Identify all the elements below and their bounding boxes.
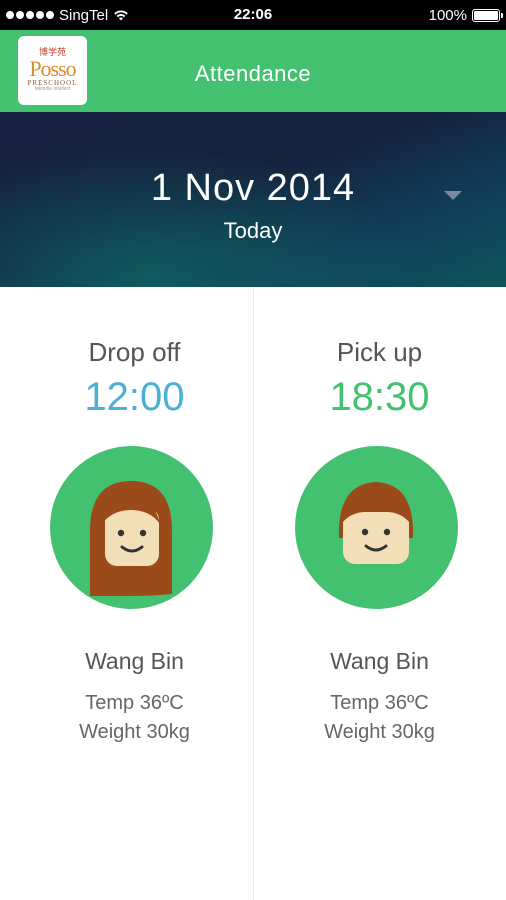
drop-off-time: 12:00 [84, 375, 185, 419]
battery-icon [472, 8, 503, 22]
drop-off-weight: Weight 30kg [79, 721, 190, 743]
attendance-content: Drop off 12:00 Wang Bin Temp 36ºC Weight… [0, 287, 506, 900]
status-bar: SingTel 22:06 100% [0, 0, 506, 30]
logo-tagline: rekindle intellect [34, 86, 71, 93]
selected-date: 1 Nov 2014 [150, 167, 356, 209]
chevron-down-icon[interactable] [444, 191, 462, 200]
battery-fill [474, 10, 498, 20]
boy-face-icon [338, 482, 414, 564]
drop-off-avatar[interactable] [50, 446, 213, 609]
battery-percent: 100% [428, 6, 467, 24]
drop-off-title: Drop off [88, 337, 181, 367]
date-relative-label: Today [223, 218, 283, 243]
pick-up-avatar[interactable] [295, 446, 458, 609]
pick-up-person-name: Wang Bin [330, 648, 429, 674]
pick-up-column: Pick up 18:30 Wang Bin Temp 36ºC Weight … [253, 287, 506, 900]
drop-off-person-name: Wang Bin [85, 648, 184, 674]
pick-up-weight: Weight 30kg [324, 721, 435, 743]
drop-off-temp: Temp 36ºC [85, 692, 184, 714]
date-banner[interactable]: 1 Nov 2014 Today [0, 112, 506, 287]
pick-up-title: Pick up [336, 337, 423, 367]
drop-off-column: Drop off 12:00 Wang Bin Temp 36ºC Weight… [8, 287, 261, 900]
pick-up-temp: Temp 36ºC [330, 692, 429, 714]
app-header: 博学苑 Posso PRESCHOOL rekindle intellect A… [0, 30, 506, 112]
page-title: Attendance [194, 61, 312, 86]
girl-face-icon [90, 481, 172, 596]
status-bar-right: 100% [428, 0, 503, 30]
pick-up-time: 18:30 [329, 375, 430, 419]
